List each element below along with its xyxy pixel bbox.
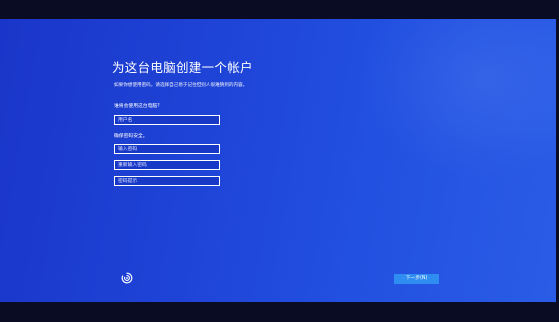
setup-screen: 为这台电脑创建一个帐户 如果你想使用密码，请选择自己易于记住但别人很难猜到的内容…	[0, 19, 556, 302]
password-hint-input[interactable]	[114, 176, 220, 186]
password-input[interactable]	[114, 144, 220, 154]
page-title: 为这台电脑创建一个帐户	[112, 60, 253, 75]
ease-of-access-icon	[121, 272, 133, 284]
ease-of-access-button[interactable]	[120, 271, 134, 285]
screen-glare	[356, 19, 556, 179]
confirm-password-input[interactable]	[114, 160, 220, 170]
password-prompt: 确保密码安全。	[114, 134, 148, 139]
username-prompt: 谁将会使用这台电脑?	[114, 104, 160, 109]
username-input[interactable]	[114, 115, 220, 125]
page-description: 如果你想使用密码，请选择自己易于记住但别人很难猜到的内容。	[114, 83, 248, 88]
next-button[interactable]: 下一步(N)	[394, 274, 439, 284]
